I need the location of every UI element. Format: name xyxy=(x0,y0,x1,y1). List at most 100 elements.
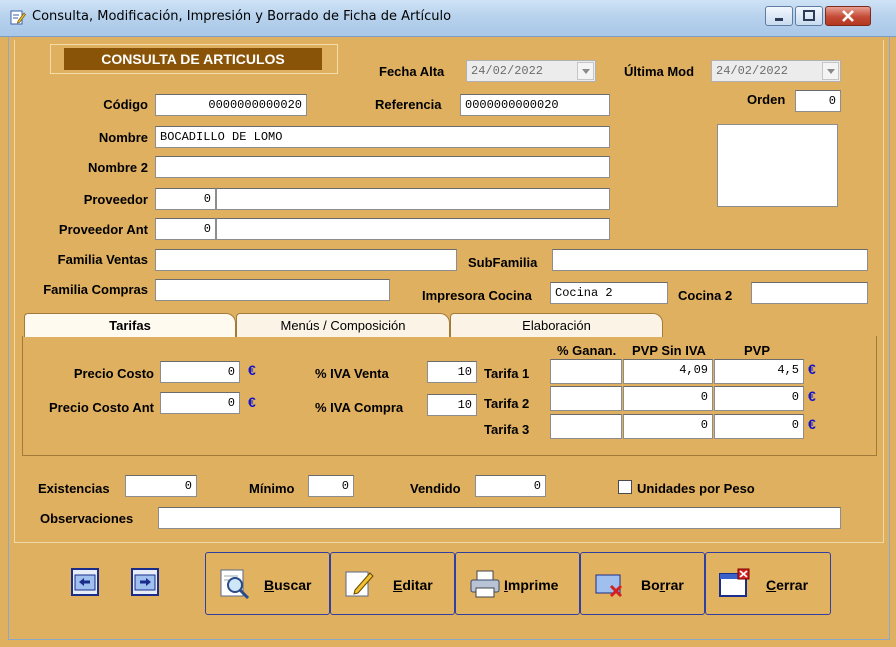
euro-icon: € xyxy=(808,361,816,377)
proveedor-label: Proveedor xyxy=(83,192,148,207)
fecha-alta-field[interactable]: 24/02/2022 xyxy=(466,60,596,82)
precio-costo-label: Precio Costo xyxy=(73,366,154,381)
codigo-label: Código xyxy=(103,97,148,112)
existencias-input[interactable]: 0 xyxy=(125,475,197,497)
familia-ventas-input[interactable] xyxy=(155,249,457,271)
orden-input[interactable]: 0 xyxy=(795,90,841,112)
folder-arrow-right-icon xyxy=(134,574,156,591)
col-pvp-header: PVP xyxy=(744,343,771,358)
proveedor-ant-label: Proveedor Ant xyxy=(58,222,148,237)
close-window-icon xyxy=(719,568,750,597)
ultima-mod-label: Última Mod xyxy=(624,64,695,79)
cerrar-button[interactable]: Cerrar xyxy=(705,552,831,615)
tarifa2-label: Tarifa 2 xyxy=(484,396,530,411)
previous-record-button[interactable] xyxy=(71,568,99,596)
tarifa1-pvp-sin-iva-input[interactable]: 4,09 xyxy=(623,359,713,384)
window-title: Consulta, Modificación, Impresión y Borr… xyxy=(32,9,452,24)
delete-folder-icon xyxy=(595,574,623,598)
nombre-label: Nombre xyxy=(98,130,148,145)
impresora-cocina-label: Impresora Cocina xyxy=(422,288,532,303)
nombre-input[interactable]: BOCADILLO DE LOMO xyxy=(155,126,610,148)
col-pvp-sin-iva-header: PVP Sin IVA xyxy=(632,343,706,358)
vendido-input[interactable]: 0 xyxy=(475,475,546,497)
cocina2-label: Cocina 2 xyxy=(678,288,733,303)
nombre2-input[interactable] xyxy=(155,156,610,178)
tarifa3-ganancia-input[interactable] xyxy=(550,414,622,439)
tarifa2-pvp-input[interactable]: 0 xyxy=(714,386,804,411)
close-icon xyxy=(842,10,854,22)
imprime-button[interactable]: Imprime xyxy=(455,552,580,615)
precio-costo-ant-input[interactable]: 0 xyxy=(160,392,240,414)
ultima-mod-value: 24/02/2022 xyxy=(716,64,789,78)
tarifa1-pvp-input[interactable]: 4,5 xyxy=(714,359,804,384)
referencia-label: Referencia xyxy=(375,97,442,112)
fecha-alta-label: Fecha Alta xyxy=(379,64,445,79)
tab-tarifas[interactable]: Tarifas xyxy=(24,313,236,337)
maximize-button[interactable] xyxy=(795,6,823,26)
proveedor-ant-name-input[interactable] xyxy=(216,218,610,240)
next-record-button[interactable] xyxy=(131,568,159,596)
euro-icon: € xyxy=(808,388,816,404)
search-document-icon xyxy=(220,569,250,600)
tarifa1-label: Tarifa 1 xyxy=(484,366,530,381)
cocina2-input[interactable] xyxy=(751,282,868,304)
observaciones-input[interactable] xyxy=(158,507,841,529)
tab-menus-composicion[interactable]: Menús / Composición xyxy=(236,313,450,337)
tarifa3-pvp-input[interactable]: 0 xyxy=(714,414,804,439)
euro-icon: € xyxy=(248,362,256,378)
form-header-title: CONSULTA DE ARTICULOS xyxy=(64,48,322,70)
buscar-button[interactable]: Buscar xyxy=(205,552,330,615)
borrar-button[interactable]: Borrar xyxy=(580,552,705,615)
minimo-input[interactable]: 0 xyxy=(308,475,354,497)
tarifa3-pvp-sin-iva-input[interactable]: 0 xyxy=(623,414,713,439)
iva-venta-input[interactable]: 10 xyxy=(427,361,477,383)
iva-compra-input[interactable]: 10 xyxy=(427,394,477,416)
precio-costo-ant-label: Precio Costo Ant xyxy=(49,400,154,415)
familia-compras-input[interactable] xyxy=(155,279,390,301)
subfamilia-label: SubFamilia xyxy=(468,255,538,270)
impresora-cocina-input[interactable]: Cocina 2 xyxy=(550,282,668,304)
proveedor-code-input[interactable]: 0 xyxy=(155,188,216,210)
chevron-down-icon[interactable] xyxy=(577,62,594,80)
article-image-box[interactable] xyxy=(717,124,838,207)
title-bar[interactable]: Consulta, Modificación, Impresión y Borr… xyxy=(0,0,896,37)
tarifa1-ganancia-input[interactable] xyxy=(550,359,622,384)
observaciones-label: Observaciones xyxy=(40,511,134,526)
maximize-icon xyxy=(803,10,815,21)
codigo-input[interactable]: 0000000000020 xyxy=(155,94,307,116)
existencias-label: Existencias xyxy=(38,481,110,496)
imprime-label: Imprime xyxy=(504,577,559,593)
familia-compras-label: Familia Compras xyxy=(43,282,148,297)
nombre2-label: Nombre 2 xyxy=(88,160,148,175)
cerrar-label: Cerrar xyxy=(766,577,809,593)
proveedor-ant-code-input[interactable]: 0 xyxy=(155,218,216,240)
unidades-peso-checkbox[interactable] xyxy=(618,480,632,494)
unidades-peso-label[interactable]: Unidades por Peso xyxy=(637,481,755,496)
close-window-button[interactable] xyxy=(825,6,871,26)
tarifa2-pvp-sin-iva-input[interactable]: 0 xyxy=(623,386,713,411)
edit-pencil-icon xyxy=(345,571,374,597)
precio-costo-input[interactable]: 0 xyxy=(160,361,240,383)
orden-label: Orden xyxy=(747,92,786,107)
editar-button[interactable]: Editar xyxy=(330,552,455,615)
chevron-down-icon[interactable] xyxy=(822,62,839,80)
proveedor-name-input[interactable] xyxy=(216,188,610,210)
borrar-label: Borrar xyxy=(641,577,684,593)
editar-label: Editar xyxy=(393,577,433,593)
fecha-alta-value: 24/02/2022 xyxy=(471,64,544,78)
euro-icon: € xyxy=(248,394,256,410)
tab-elaboracion[interactable]: Elaboración xyxy=(450,313,663,337)
iva-compra-label: % IVA Compra xyxy=(315,400,404,415)
printer-icon xyxy=(470,570,500,598)
vendido-label: Vendido xyxy=(410,481,461,496)
familia-ventas-label: Familia Ventas xyxy=(57,252,148,267)
euro-icon: € xyxy=(808,416,816,432)
ultima-mod-field[interactable]: 24/02/2022 xyxy=(711,60,841,82)
minimize-button[interactable] xyxy=(765,6,793,26)
subfamilia-input[interactable] xyxy=(552,249,868,271)
referencia-input[interactable]: 0000000000020 xyxy=(460,94,610,116)
minimo-label: Mínimo xyxy=(249,481,295,496)
iva-venta-label: % IVA Venta xyxy=(315,366,389,381)
tarifa2-ganancia-input[interactable] xyxy=(550,386,622,411)
folder-arrow-left-icon xyxy=(74,574,96,591)
